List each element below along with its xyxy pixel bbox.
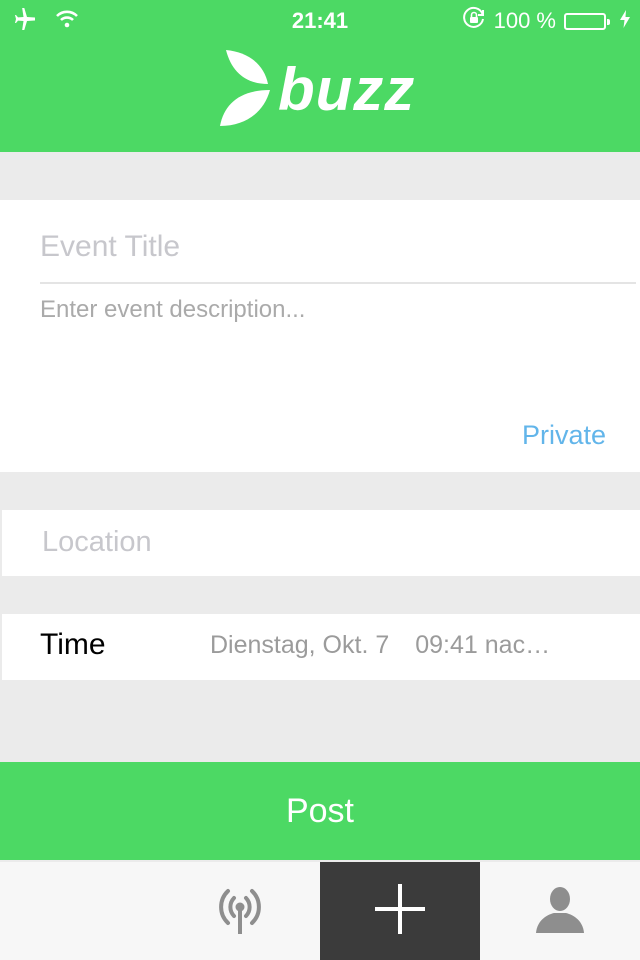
profile-icon	[534, 883, 586, 940]
logo-text: buzz	[278, 56, 416, 123]
charging-bolt-icon	[620, 8, 630, 34]
plus-icon	[374, 883, 426, 940]
broadcast-antenna-icon	[214, 883, 266, 940]
tab-empty-slot	[0, 862, 160, 960]
private-toggle[interactable]: Private	[522, 420, 606, 451]
tab-feed[interactable]	[160, 862, 320, 960]
battery-icon	[564, 12, 610, 30]
time-value: Dienstag, Okt. 7 09:41 nac…	[210, 631, 610, 660]
event-title-input[interactable]	[40, 222, 620, 272]
tab-profile[interactable]	[480, 862, 640, 960]
title-divider	[40, 282, 636, 284]
status-bar: 21:41 100 %	[0, 0, 640, 40]
tab-bar	[0, 862, 640, 960]
battery-percent: 100 %	[493, 8, 556, 33]
buzz-logo: buzz	[218, 48, 415, 132]
tab-add-event[interactable]	[320, 862, 480, 960]
app-header: 21:41 100 % buzz	[0, 0, 640, 152]
time-clock: 09:41 nac…	[415, 631, 551, 659]
leaf-logo-icon	[218, 48, 276, 133]
time-date: Dienstag, Okt. 7	[210, 631, 390, 659]
event-description-input[interactable]	[40, 292, 620, 392]
status-right: 100 %	[462, 6, 630, 36]
rotation-lock-icon	[462, 6, 486, 36]
location-input[interactable]	[42, 518, 622, 566]
time-label: Time	[40, 628, 106, 661]
post-button[interactable]: Post	[0, 762, 640, 860]
